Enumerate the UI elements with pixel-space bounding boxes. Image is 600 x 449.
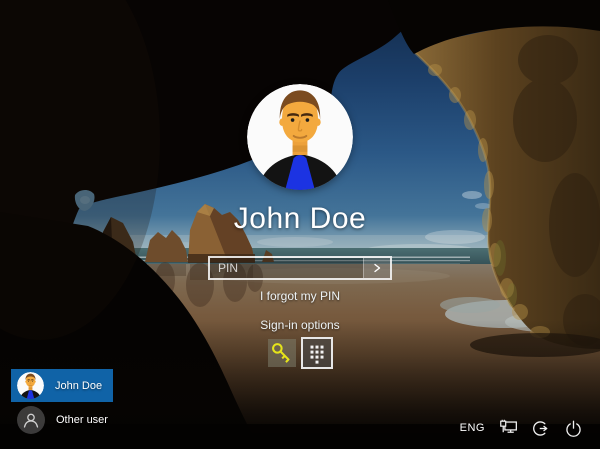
pin-input-group [208, 256, 392, 280]
key-icon [271, 343, 290, 363]
forgot-pin-link[interactable]: I forgot my PIN [260, 289, 340, 303]
submit-arrow-icon [374, 263, 381, 273]
language-indicator[interactable]: ENG [457, 420, 488, 436]
user-row-label: Other user [56, 413, 108, 426]
power-button[interactable] [562, 417, 585, 440]
user-avatar-small [17, 372, 44, 399]
sign-in-options-label[interactable]: Sign-in options [260, 318, 339, 332]
other-user-icon [17, 405, 45, 434]
sign-in-panel: John Doe I forgot my PIN Sign-in options [0, 84, 600, 369]
user-list-item-other-user[interactable]: Other user [11, 403, 113, 436]
user-avatar [247, 84, 353, 190]
user-row-label: John Doe [55, 379, 103, 392]
status-bar: ENG [457, 416, 585, 440]
network-wired-icon [500, 419, 517, 433]
power-icon [566, 420, 581, 437]
pin-pad-icon [310, 345, 323, 364]
user-avatar-illustration [247, 84, 353, 190]
ease-of-access-icon [533, 420, 548, 436]
user-name: John Doe [233, 202, 367, 235]
login-screen: John Doe I forgot my PIN Sign-in options [0, 0, 600, 449]
pin-submit-button[interactable] [363, 258, 390, 278]
pin-input[interactable] [210, 258, 363, 278]
ease-of-access-button[interactable] [530, 417, 553, 440]
key-sign-in-button[interactable] [267, 339, 296, 367]
network-button[interactable] [497, 416, 521, 440]
sign-in-options-row [267, 337, 333, 369]
user-list: John Doe Other user [11, 369, 191, 437]
pin-sign-in-button[interactable] [300, 337, 333, 369]
user-list-item-john-doe[interactable]: John Doe [11, 369, 113, 402]
